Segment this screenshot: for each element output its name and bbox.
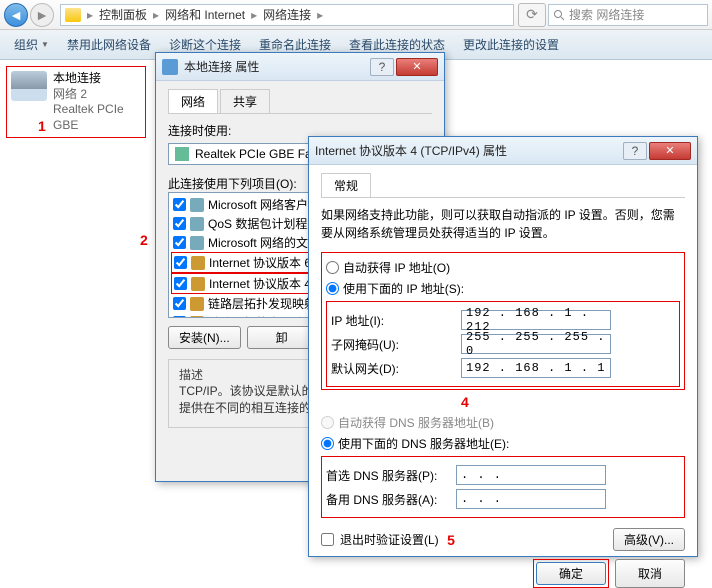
address-bar[interactable]: ▸ 控制面板 ▸ 网络和 Internet ▸ 网络连接 ▸ (60, 4, 514, 26)
validate-checkbox[interactable] (321, 533, 334, 546)
dns2-input[interactable]: . . . (456, 489, 606, 509)
close-button[interactable]: ✕ (396, 58, 438, 76)
change-settings-button[interactable]: 更改此连接的设置 (455, 32, 567, 57)
breadcrumb-item[interactable]: 网络连接 (263, 6, 311, 23)
adapter-network: 网络 2 (53, 87, 141, 103)
folder-icon (65, 8, 81, 22)
tabs: 网络 共享 (168, 89, 432, 114)
nic-icon (175, 147, 189, 161)
advanced-button[interactable]: 高级(V)... (613, 528, 685, 551)
annotation-4: 4 (461, 394, 685, 410)
radio-auto-ip[interactable]: 自动获得 IP 地址(O) (326, 259, 680, 276)
ip-label: IP 地址(I): (331, 312, 461, 329)
ok-button[interactable]: 确定 (536, 562, 606, 585)
radio-manual-ip[interactable]: 使用下面的 IP 地址(S): (326, 280, 680, 297)
explorer-navbar: ◄ ► ▸ 控制面板 ▸ 网络和 Internet ▸ 网络连接 ▸ ⟳ 搜索 … (0, 0, 712, 30)
close-button[interactable]: ✕ (649, 142, 691, 160)
radio-manual-dns[interactable]: 使用下面的 DNS 服务器地址(E): (321, 435, 685, 452)
tabs: 常规 (321, 173, 685, 198)
dns1-input[interactable]: . . . (456, 465, 606, 485)
dialog-title: 本地连接 属性 (184, 58, 370, 75)
dialog-titlebar[interactable]: 本地连接 属性 ? ✕ (156, 53, 444, 81)
refresh-button[interactable]: ⟳ (518, 3, 546, 27)
dialog-title: Internet 协议版本 4 (TCP/IPv4) 属性 (315, 142, 623, 159)
tab-network[interactable]: 网络 (168, 89, 218, 113)
network-adapter-tile[interactable]: 本地连接 网络 2 Realtek PCIe GBE (6, 66, 146, 138)
search-box[interactable]: 搜索 网络连接 (548, 4, 708, 26)
help-button[interactable]: ? (623, 142, 647, 160)
uninstall-button[interactable]: 卸 (247, 326, 317, 349)
help-button[interactable]: ? (370, 58, 394, 76)
disable-device-button[interactable]: 禁用此网络设备 (59, 32, 159, 57)
annotation-2: 2 (140, 232, 148, 248)
dns2-label: 备用 DNS 服务器(A): (326, 491, 456, 508)
dns1-label: 首选 DNS 服务器(P): (326, 467, 456, 484)
radio-auto-dns: 自动获得 DNS 服务器地址(B) (321, 414, 685, 431)
mask-label: 子网掩码(U): (331, 336, 461, 353)
cancel-button[interactable]: 取消 (615, 559, 685, 588)
intro-text: 如果网络支持此功能，则可以获取自动指派的 IP 设置。否则，您需要从网络系统管理… (321, 206, 685, 242)
adapter-device: Realtek PCIe GBE (53, 102, 141, 133)
annotation-5: 5 (441, 532, 461, 548)
gateway-input[interactable]: 192 . 168 . 1 . 1 (461, 358, 611, 378)
adapter-name: 本地连接 (53, 71, 141, 87)
breadcrumb-item[interactable]: 网络和 Internet (165, 6, 245, 23)
annotation-1: 1 (38, 118, 46, 134)
breadcrumb-root[interactable]: 控制面板 (99, 6, 147, 23)
tab-sharing[interactable]: 共享 (220, 89, 270, 113)
organize-button[interactable]: 组织▼ (6, 32, 57, 57)
mask-input[interactable]: 255 . 255 . 255 . 0 (461, 334, 611, 354)
ipv4-properties-dialog: Internet 协议版本 4 (TCP/IPv4) 属性 ? ✕ 常规 如果网… (308, 136, 698, 557)
gw-label: 默认网关(D): (331, 360, 461, 377)
validate-label: 退出时验证设置(L) (340, 531, 439, 548)
forward-button[interactable]: ► (30, 3, 54, 27)
search-icon (553, 9, 565, 21)
tab-general[interactable]: 常规 (321, 173, 371, 197)
install-button[interactable]: 安装(N)... (168, 326, 241, 349)
ip-input[interactable]: 192 . 168 . 1 . 212 (461, 310, 611, 330)
adapter-icon (11, 71, 47, 101)
dialog-titlebar[interactable]: Internet 协议版本 4 (TCP/IPv4) 属性 ? ✕ (309, 137, 697, 165)
back-button[interactable]: ◄ (4, 3, 28, 27)
search-placeholder: 搜索 网络连接 (569, 6, 644, 23)
dialog-icon (162, 59, 178, 75)
